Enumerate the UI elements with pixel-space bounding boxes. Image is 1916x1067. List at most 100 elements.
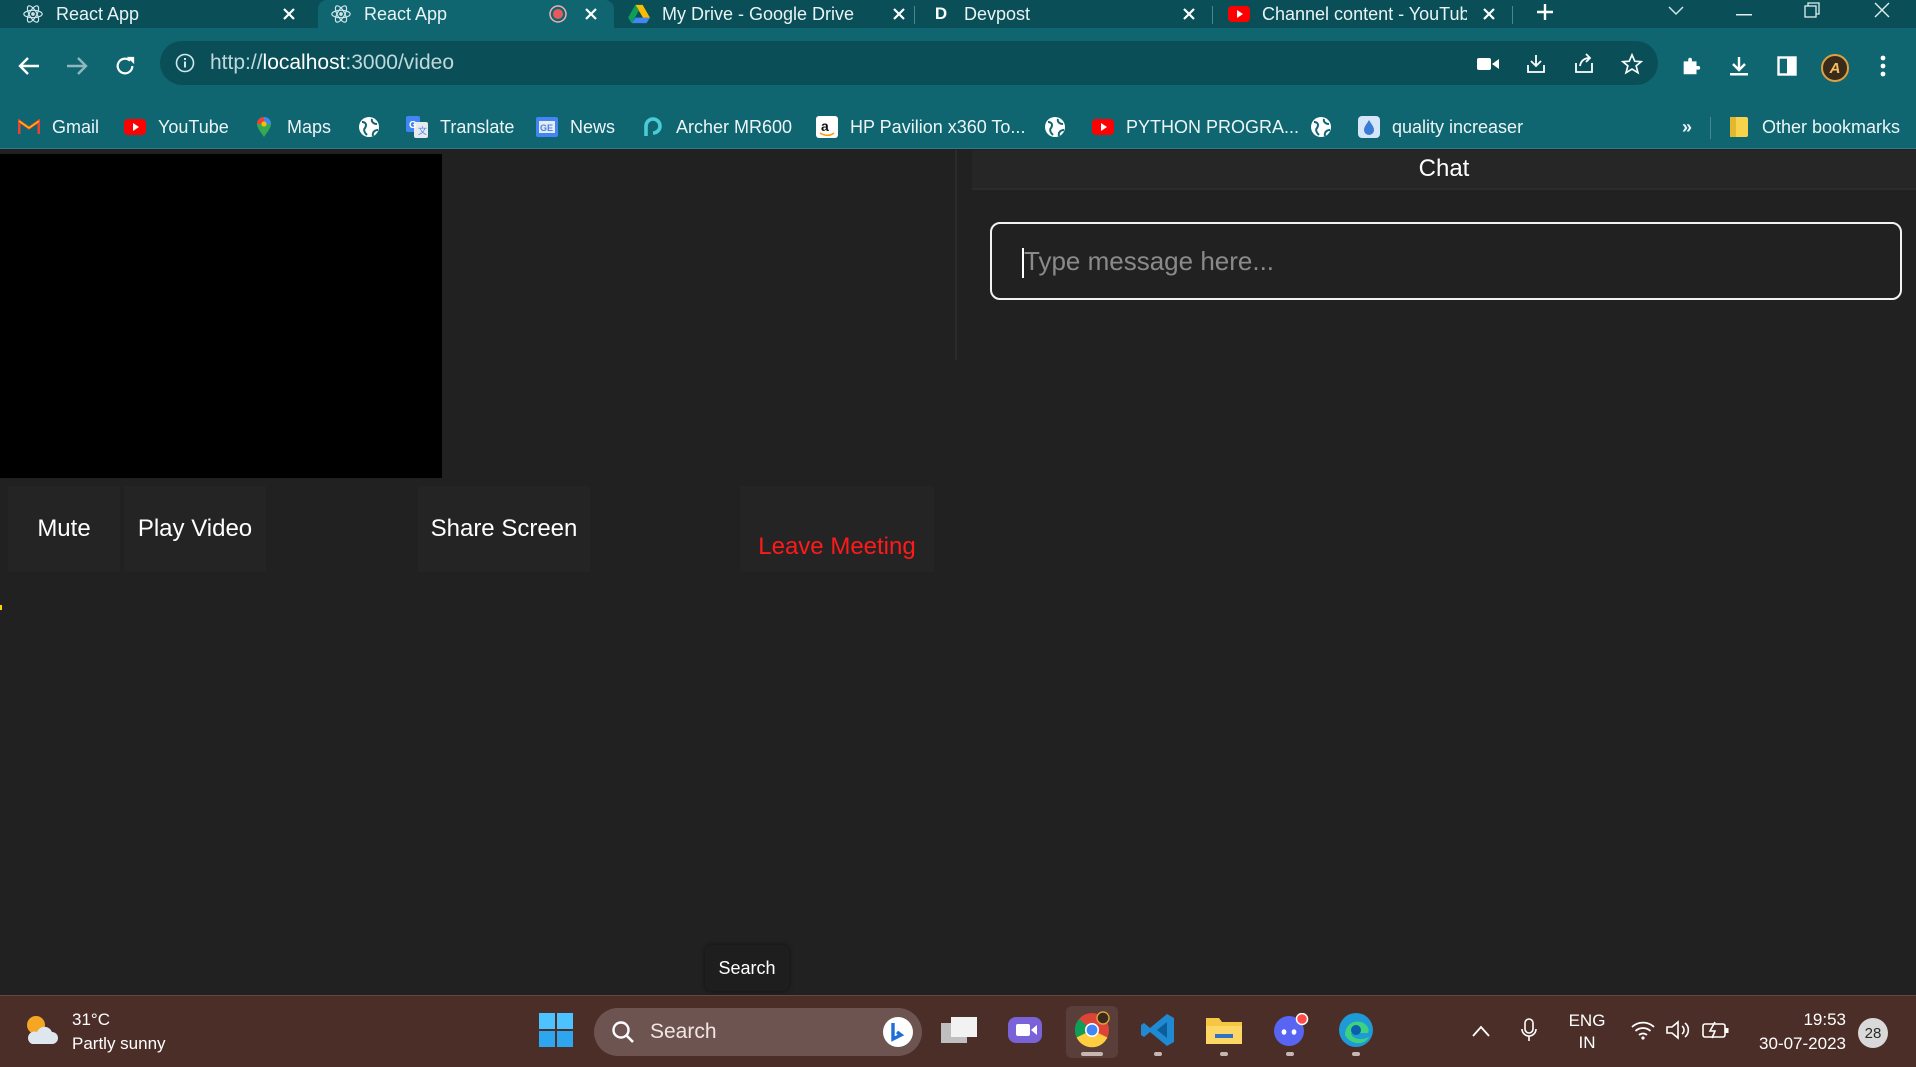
search-placeholder: Search: [650, 1020, 717, 1043]
forward-button[interactable]: [62, 53, 92, 83]
bookmark-maps[interactable]: Maps: [253, 109, 331, 145]
install-app-icon[interactable]: [1524, 52, 1548, 76]
chat-message-input[interactable]: [990, 222, 1902, 300]
open-app-indicator: [1352, 1052, 1360, 1056]
side-panel-button[interactable]: [1772, 53, 1802, 83]
tab-react-app-2[interactable]: React App: [318, 0, 614, 28]
volume-button[interactable]: [1666, 1012, 1692, 1052]
camera-icon[interactable]: [1476, 52, 1500, 76]
show-hidden-icons-button[interactable]: [1468, 1012, 1494, 1052]
close-icon[interactable]: [1478, 3, 1500, 25]
react-icon: [22, 3, 44, 25]
tab-strip: React App React App My Drive - Google Dr…: [0, 0, 1916, 28]
profile-button[interactable]: A: [1820, 53, 1850, 83]
arrow-right-icon: [66, 56, 88, 81]
leave-meeting-button[interactable]: Leave Meeting: [740, 486, 934, 572]
notification-count-badge[interactable]: 28: [1858, 1018, 1888, 1048]
bookmark-gmail[interactable]: Gmail: [18, 109, 99, 145]
close-window-button[interactable]: [1862, 0, 1902, 24]
mute-button[interactable]: Mute: [8, 486, 120, 572]
bookmark-separator: [1710, 117, 1711, 139]
bookmark-hp-pavilion[interactable]: a HP Pavilion x360 To...: [816, 109, 1025, 145]
bookmark-globe-3[interactable]: [1310, 109, 1332, 145]
minimize-icon: [1736, 3, 1752, 21]
weather-widget[interactable]: 31°C Partly sunny: [22, 1008, 166, 1056]
close-icon[interactable]: [278, 3, 300, 25]
tab-google-drive[interactable]: My Drive - Google Drive: [628, 0, 910, 28]
start-button[interactable]: [530, 1006, 582, 1058]
restore-button[interactable]: [1792, 0, 1832, 24]
play-video-button[interactable]: Play Video: [124, 486, 266, 572]
bookmark-label: YouTube: [158, 116, 229, 137]
new-tab-button[interactable]: [1530, 0, 1560, 28]
bookmark-archer[interactable]: Archer MR600: [642, 109, 792, 145]
task-view-icon: [941, 1015, 979, 1050]
wifi-icon: [1631, 1020, 1655, 1045]
star-icon[interactable]: [1620, 52, 1644, 76]
extensions-button[interactable]: [1676, 53, 1706, 83]
tplink-icon: [642, 116, 664, 138]
info-icon[interactable]: [174, 52, 196, 74]
tab-react-app-1[interactable]: React App: [22, 0, 306, 28]
taskbar-meet[interactable]: [1000, 1006, 1052, 1058]
tab-youtube-channel[interactable]: Channel content - YouTube: [1228, 0, 1510, 28]
close-icon: [1874, 2, 1890, 23]
speaker-icon: [1666, 1019, 1692, 1045]
bookmark-news[interactable]: GE News: [536, 109, 615, 145]
react-icon: [330, 3, 352, 25]
network-button[interactable]: [1630, 1012, 1656, 1052]
close-icon[interactable]: [888, 3, 910, 25]
bookmarks-overflow-button[interactable]: »: [1682, 109, 1692, 145]
bookmark-globe-1[interactable]: [358, 109, 380, 145]
partly-sunny-icon: [22, 1012, 60, 1053]
menu-button[interactable]: [1868, 53, 1898, 83]
side-panel-icon: [1777, 55, 1797, 81]
taskbar-edge[interactable]: [1330, 1006, 1382, 1058]
tab-search-button[interactable]: [1656, 0, 1696, 24]
close-icon[interactable]: [1178, 3, 1200, 25]
minimize-button[interactable]: [1724, 0, 1764, 24]
downloads-button[interactable]: [1724, 53, 1754, 83]
chat-title: Chat: [972, 150, 1916, 190]
taskbar-search[interactable]: Search: [594, 1008, 922, 1056]
bookmark-label: Other bookmarks: [1762, 116, 1901, 137]
bookmark-youtube[interactable]: YouTube: [124, 109, 229, 145]
task-view-button[interactable]: [934, 1006, 986, 1058]
share-screen-label: Share Screen: [430, 515, 578, 542]
arrow-left-icon: [18, 56, 40, 81]
tab-title: React App: [56, 3, 140, 24]
microphone-button[interactable]: [1516, 1012, 1542, 1052]
reload-button[interactable]: [110, 53, 140, 83]
taskbar: 31°C Partly sunny Search ENG IN 19:53 30…: [0, 995, 1916, 1067]
tab-devpost[interactable]: D Devpost: [930, 0, 1206, 28]
tab-separator: [914, 6, 915, 24]
share-icon[interactable]: [1572, 52, 1596, 76]
bookmark-label: News: [570, 116, 616, 137]
url-host: localhost: [262, 51, 346, 74]
bookmark-translate[interactable]: G文 Translate: [406, 109, 514, 145]
panel-divider: [955, 150, 957, 360]
back-button[interactable]: [14, 53, 44, 83]
battery-button[interactable]: [1702, 1012, 1730, 1052]
address-bar[interactable]: http://localhost:3000/video: [160, 41, 1658, 85]
taskbar-file-explorer[interactable]: [1198, 1006, 1250, 1058]
svg-text:GE: GE: [540, 123, 553, 133]
bing-icon[interactable]: [880, 1014, 916, 1050]
language-indicator[interactable]: ENG IN: [1562, 1011, 1612, 1052]
weather-condition: Partly sunny: [72, 1034, 166, 1053]
recording-icon: [548, 4, 568, 24]
globe-icon: [358, 116, 380, 138]
taskbar-chrome[interactable]: [1066, 1006, 1118, 1058]
clock[interactable]: 19:53 30-07-2023: [1746, 1010, 1846, 1053]
bookmark-python[interactable]: PYTHON PROGRA...: [1092, 109, 1299, 145]
other-bookmarks-button[interactable]: Other bookmarks: [1728, 109, 1900, 145]
globe-icon: [1044, 116, 1066, 138]
taskbar-vscode[interactable]: [1132, 1006, 1184, 1058]
puzzle-icon: [1680, 55, 1702, 82]
language-region: IN: [1578, 1033, 1596, 1052]
bookmark-globe-2[interactable]: [1044, 109, 1066, 145]
close-icon[interactable]: [580, 3, 602, 25]
bookmark-quality-increaser[interactable]: quality increaser: [1358, 109, 1523, 145]
taskbar-discord[interactable]: [1264, 1006, 1316, 1058]
share-screen-button[interactable]: Share Screen: [418, 486, 590, 572]
